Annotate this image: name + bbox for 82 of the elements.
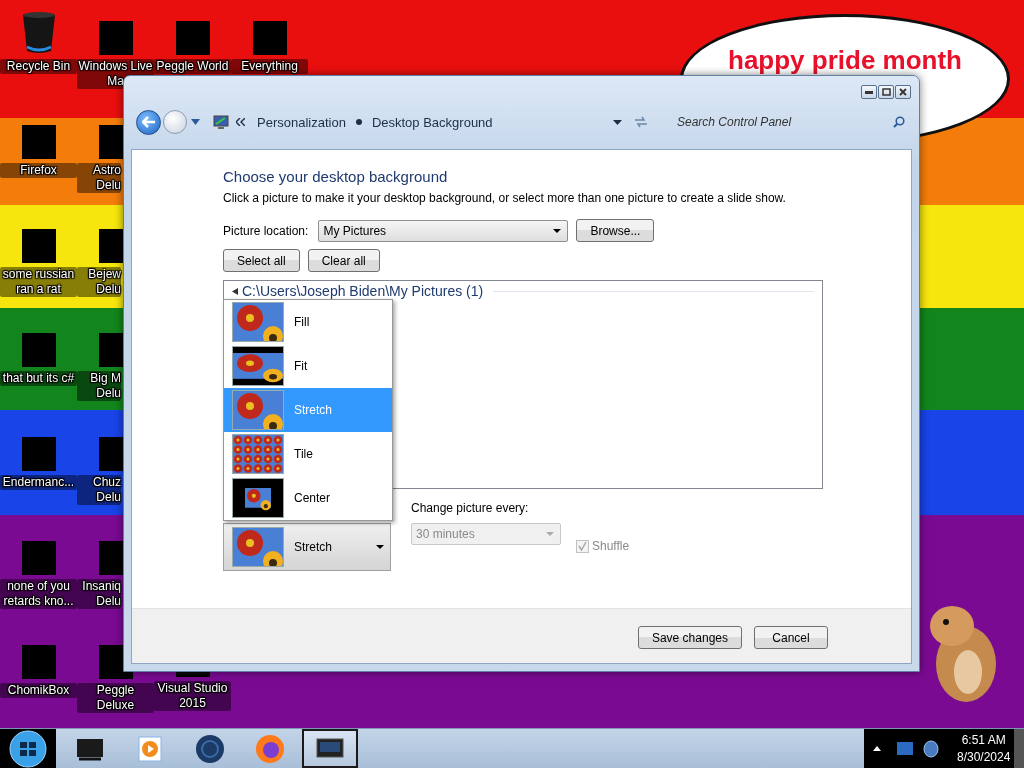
desktop-icon-label[interactable]: that but its c#	[0, 371, 77, 386]
flower-thumbnail	[232, 302, 284, 342]
censored-icon	[21, 125, 56, 159]
clock-date[interactable]: 8/30/2024	[957, 748, 1011, 766]
windows-logo-icon	[9, 729, 47, 768]
desktop-icon-label[interactable]: none of you retards kno...	[0, 579, 77, 609]
caret-icon[interactable]	[612, 119, 622, 125]
desktop-icon-label[interactable]: Insaniq Delu	[77, 579, 121, 609]
group-header: C:\Users\Joseph Biden\My Pictures (1)	[242, 283, 484, 299]
clock-time[interactable]: 6:51 AM	[961, 731, 1006, 749]
minimize-button[interactable]	[861, 85, 877, 99]
taskbar-button[interactable]	[302, 729, 358, 768]
maximize-button[interactable]	[878, 85, 894, 99]
collapse-arrow-icon[interactable]	[232, 287, 238, 295]
breadcrumb-link[interactable]: Personalization	[257, 114, 346, 130]
refresh-icon[interactable]	[633, 116, 648, 128]
desktop-icon-label[interactable]: Recycle Bin	[0, 59, 77, 74]
censored-icon	[21, 645, 56, 679]
browser-icon	[255, 733, 285, 764]
checkbox-label: Shuffle	[592, 539, 630, 553]
select-button[interactable]: Clear all	[307, 249, 380, 272]
dialog-button[interactable]: Save changes	[637, 626, 742, 649]
desktop-icon-label[interactable]: Big M Delu	[77, 371, 121, 401]
desktop-icon-label[interactable]: Firefox	[0, 163, 77, 178]
select-button[interactable]: Select all	[223, 249, 300, 272]
desktop-icon-label[interactable]: Astro Delu	[77, 163, 121, 193]
caret-icon[interactable]	[191, 119, 200, 125]
close-icon	[899, 88, 907, 96]
maximize-icon	[881, 88, 891, 96]
desktop-icon-label[interactable]: Chuz Delu	[77, 475, 121, 505]
dialog-button[interactable]: Cancel	[754, 626, 828, 649]
play-icon	[138, 735, 162, 762]
censored-icon	[252, 21, 287, 55]
caret-icon	[376, 545, 384, 549]
left-arrow-icon	[141, 116, 156, 128]
censored-icon	[21, 229, 56, 263]
picture-position-dropdown[interactable]: Stretch	[223, 523, 391, 571]
back-button[interactable]	[136, 109, 161, 135]
search-field[interactable]: Search Control Panel	[677, 115, 893, 129]
menu-item[interactable]: Center	[224, 476, 392, 520]
page-heading: Choose your desktop background	[223, 168, 449, 185]
desktop-icon-label[interactable]: Everything	[231, 59, 308, 74]
monitor-icon	[213, 114, 229, 130]
flower-thumbnail	[232, 434, 284, 474]
menu-item[interactable]: Fit	[224, 344, 392, 388]
caret-icon	[553, 228, 562, 233]
desktop-icon-label[interactable]: Endermanc...	[0, 475, 77, 490]
censored-icon	[175, 21, 210, 55]
search-icon	[893, 116, 905, 128]
flower-thumbnail	[232, 346, 284, 386]
desktop-icon-label[interactable]: ChomikBox	[0, 683, 77, 698]
monitor-icon	[316, 737, 344, 760]
flower-thumbnail	[232, 390, 284, 430]
censored-icon	[21, 333, 56, 367]
speaker-icon[interactable]	[923, 739, 939, 758]
start-button[interactable]	[0, 729, 56, 768]
picture-location-dropdown[interactable]: My Pictures	[318, 219, 569, 242]
desktop-icon-label[interactable]: some russian ran a rat	[0, 267, 77, 297]
censored-icon	[21, 541, 56, 575]
caret-icon	[546, 532, 554, 536]
censored-icon	[21, 437, 56, 471]
field-label: Change picture every:	[411, 501, 529, 515]
censored-icon	[98, 21, 133, 55]
breadcrumb-link[interactable]: Desktop Background	[371, 114, 493, 130]
desktop-icon-label[interactable]: Visual Studio 2015	[154, 681, 231, 711]
menu-item[interactable]: Tile	[224, 432, 392, 476]
wallpaper-text: happy pride month	[728, 45, 962, 77]
flower-thumbnail	[232, 527, 284, 567]
flower-thumbnail	[232, 478, 284, 518]
menu-item[interactable]: Fill	[224, 300, 392, 344]
browse-button[interactable]: Browse...	[576, 219, 655, 242]
desktop-icon-label[interactable]: Peggle Deluxe	[77, 683, 154, 713]
field-label: Picture location:	[223, 223, 309, 238]
up-arrow-icon[interactable]	[873, 746, 881, 751]
globe-icon	[195, 733, 225, 764]
desktop-icon-label[interactable]: Peggle World	[154, 59, 231, 74]
separator-dot-icon	[355, 119, 362, 125]
double-chevron-icon[interactable]	[236, 118, 245, 126]
desktop-icon-label[interactable]: Bejew Delu	[77, 267, 121, 297]
minimize-icon	[865, 90, 873, 94]
description-text: Click a picture to make it your desktop background, or select more than one picture to create a slide show.	[223, 191, 787, 205]
close-button[interactable]	[895, 85, 911, 99]
